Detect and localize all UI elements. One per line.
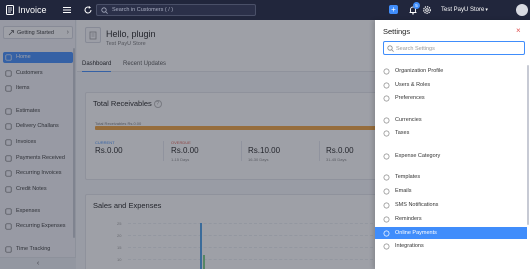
organization-name: Test PayU Store [441,7,485,13]
users-icon [383,82,390,89]
settings-item-label: Currencies [395,117,422,123]
settings-item-templates[interactable]: Templates [375,171,527,183]
invoice-logo-icon [6,5,14,15]
settings-item-label: Emails [395,188,412,194]
settings-item-taxes[interactable]: Taxes [375,127,527,139]
settings-item-label: Online Payments [395,230,437,236]
search-icon [101,7,108,14]
global-search-placeholder: Search in Customers ( / ) [112,7,174,13]
app-name: Invoice [18,5,47,15]
template-icon [383,174,390,181]
settings-item-sms-notifications[interactable]: SMS Notifications [375,199,527,211]
settings-search-input[interactable] [396,44,521,53]
global-search[interactable]: Search in Customers ( / ) [96,4,256,16]
settings-search[interactable] [383,41,525,55]
settings-item-label: SMS Notifications [395,202,439,208]
settings-item-expense-category[interactable]: Expense Category [375,150,527,162]
reminder-icon [383,216,390,223]
notification-badge: 5 [413,2,420,9]
settings-item-reminders[interactable]: Reminders [375,213,527,225]
chevron-down-icon: ▾ [485,7,488,13]
settings-item-organization-profile[interactable]: Organization Profile [375,65,527,77]
settings-item-emails[interactable]: Emails [375,185,527,197]
settings-item-preferences[interactable]: Preferences [375,92,527,104]
online-payment-icon [383,230,390,237]
settings-item-integrations[interactable]: Integrations [375,240,527,252]
settings-item-label: Expense Category [395,153,441,159]
currency-icon [383,117,390,124]
settings-item-label: Templates [395,174,421,180]
settings-title: Settings [383,27,411,36]
settings-item-label: Users & Roles [395,82,431,88]
settings-panel: Settings × Organization Profile Users & R… [375,20,530,269]
close-icon[interactable]: × [516,26,521,36]
settings-item-label: Preferences [395,95,425,101]
settings-scrollbar[interactable] [527,65,529,225]
search-icon [387,45,394,52]
quick-create-button[interactable]: + [389,5,398,14]
integration-icon [383,243,390,250]
modal-overlay[interactable] [0,20,375,269]
gear-icon[interactable] [422,5,432,15]
refresh-icon[interactable] [83,5,93,15]
settings-item-label: Organization Profile [395,68,444,74]
menu-icon[interactable] [62,5,72,15]
settings-item-currencies[interactable]: Currencies [375,114,527,126]
email-icon [383,188,390,195]
sms-icon [383,202,390,209]
tax-icon [383,130,390,137]
avatar[interactable] [516,4,528,16]
organization-switcher[interactable]: Test PayU Store▾ [441,5,488,15]
settings-item-label: Taxes [395,130,410,136]
tag-icon [383,153,390,160]
settings-item-label: Reminders [395,216,422,222]
settings-item-online-payments[interactable]: Online Payments [375,227,527,239]
settings-item-users-roles[interactable]: Users & Roles [375,79,527,91]
organization-icon [383,68,390,75]
settings-item-label: Integrations [395,243,424,249]
top-bar: Invoice Search in Customers ( / ) + 5 Te… [0,0,530,20]
preferences-icon [383,95,390,102]
